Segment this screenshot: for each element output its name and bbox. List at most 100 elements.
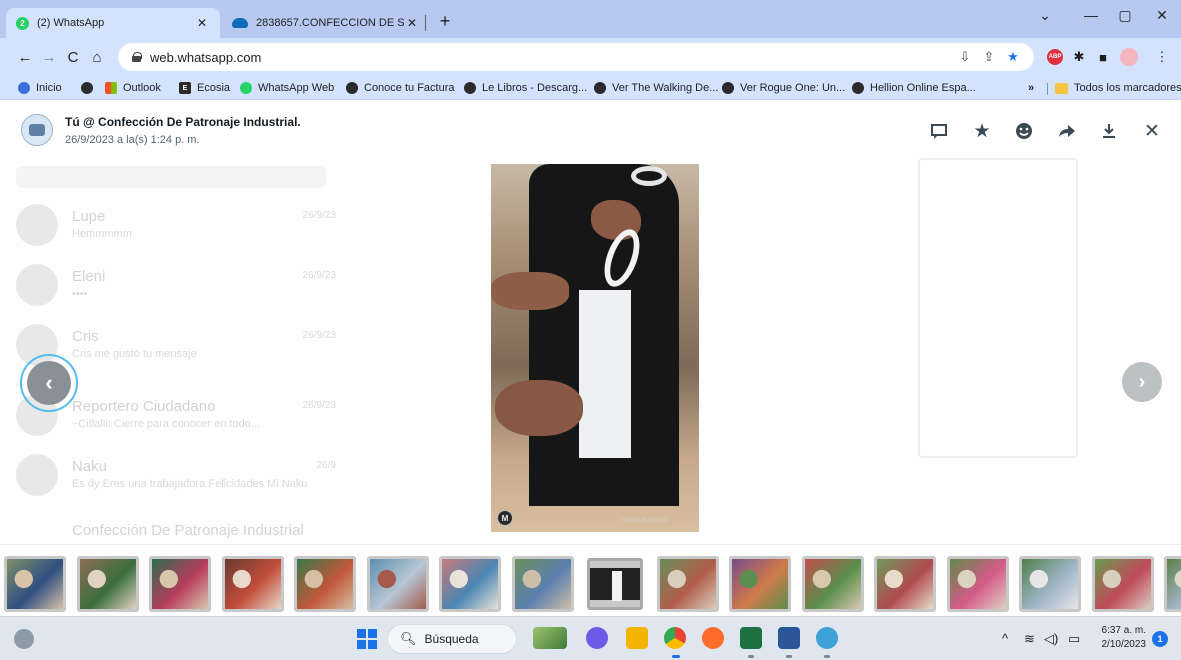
bookmark-item[interactable]: Le Libros - Descarg...: [464, 80, 587, 96]
bookmark-item[interactable]: Conoce tu Factura: [346, 80, 455, 96]
sender-name[interactable]: Tú @ Confección De Patronaje Industrial.: [65, 115, 301, 129]
bookmark-label: Todos los marcadores: [1074, 82, 1181, 94]
folder-icon: [1055, 82, 1068, 94]
bookmark-item[interactable]: Hellion Online Espa...: [852, 80, 976, 96]
thumbnail[interactable]: [874, 556, 936, 612]
avatar: [16, 264, 58, 306]
network-app-icon[interactable]: [816, 627, 838, 649]
volume-icon[interactable]: ◁): [1044, 631, 1058, 647]
chrome-icon[interactable]: [664, 627, 686, 649]
notification-badge[interactable]: 1: [1152, 631, 1168, 647]
file-explorer-icon[interactable]: [626, 627, 648, 649]
tab-title: 2838657.CONFECCION DE SHOF: [256, 17, 404, 29]
media-photo[interactable]: M 2023-09-26 09:15:30: [491, 164, 699, 532]
close-tab-icon[interactable]: ✕: [404, 16, 420, 30]
chat-preview: ••••: [72, 288, 88, 300]
thumbnail[interactable]: [946, 556, 1009, 612]
active-app-indicator: [672, 655, 680, 658]
bookmark-item[interactable]: Inicio: [18, 80, 62, 96]
share-icon[interactable]: ⇪: [978, 43, 1000, 71]
meet-app-icon[interactable]: [586, 627, 608, 649]
thumbnail[interactable]: [439, 556, 501, 612]
windows-start-icon[interactable]: [357, 629, 377, 649]
thumbnail[interactable]: [366, 556, 429, 612]
previous-media-button[interactable]: ‹: [20, 354, 78, 412]
bookmark-item[interactable]: Outlook: [105, 80, 161, 96]
side-panel-icon[interactable]: ■: [1093, 47, 1113, 67]
menu-kebab-icon[interactable]: ⋮: [1152, 47, 1172, 67]
forward-button[interactable]: →: [38, 46, 60, 68]
avatar[interactable]: [21, 114, 53, 146]
install-app-icon[interactable]: ⇩: [954, 43, 976, 71]
react-emoji-icon[interactable]: [1012, 119, 1036, 143]
thumbnail[interactable]: [149, 556, 211, 612]
new-tab-button[interactable]: +: [434, 12, 456, 30]
globe-icon: [464, 82, 476, 94]
firefox-icon[interactable]: [702, 627, 724, 649]
address-bar[interactable]: web.whatsapp.com ⇩ ⇪ ★: [118, 43, 1034, 71]
download-icon[interactable]: [1097, 119, 1121, 143]
wifi-icon[interactable]: ≋: [1024, 631, 1035, 647]
home-button[interactable]: ⌂: [86, 46, 108, 68]
close-tab-icon[interactable]: ✕: [194, 16, 210, 30]
tab-whatsapp[interactable]: 2 (2) WhatsApp ✕: [6, 8, 220, 38]
chat-name: Confección De Patronaje Industrial: [72, 522, 304, 539]
star-icon[interactable]: ★: [970, 119, 994, 143]
thumbnail-image: [297, 559, 353, 609]
chevron-up-icon[interactable]: ^: [1002, 631, 1008, 646]
profile-avatar[interactable]: [1120, 48, 1138, 66]
go-to-message-icon[interactable]: [927, 119, 951, 143]
all-bookmarks-folder[interactable]: Todos los marcadores: [1055, 80, 1181, 96]
bookmark-star-icon[interactable]: ★: [1002, 43, 1024, 71]
thumbnail[interactable]: [4, 556, 66, 612]
thumbnail[interactable]: [801, 556, 864, 612]
lock-icon: [132, 52, 142, 62]
whatsapp-icon: [240, 82, 252, 94]
forward-icon[interactable]: [1055, 119, 1079, 143]
bookmark-item[interactable]: Ver Rogue One: Un...: [722, 80, 845, 96]
bookmark-item[interactable]: E Ecosia: [179, 80, 230, 96]
tab-onedrive[interactable]: 2838657.CONFECCION DE SHOF ✕: [222, 8, 430, 38]
thumbnail[interactable]: [656, 556, 719, 612]
thumbnail[interactable]: [294, 556, 356, 612]
bookmark-label: Hellion Online Espa...: [870, 82, 976, 94]
reload-button[interactable]: C: [62, 46, 84, 68]
thumbnail-strip: [0, 552, 1181, 616]
thumbnail[interactable]: [729, 556, 791, 612]
widgets-icon[interactable]: [14, 629, 34, 649]
system-clock[interactable]: 6:37 a. m. 2/10/2023: [1094, 624, 1147, 652]
thumbnail-image: [1022, 559, 1078, 609]
word-icon[interactable]: [778, 627, 800, 649]
next-media-button[interactable]: ›: [1122, 362, 1162, 402]
bookmarks-overflow-button[interactable]: »: [1028, 80, 1034, 96]
tab-search-icon[interactable]: ⌄: [1022, 0, 1068, 30]
back-button[interactable]: ←: [14, 46, 36, 68]
close-icon[interactable]: ✕: [1140, 119, 1164, 143]
chat-time: 26/9/23: [302, 270, 336, 281]
chat-name: Reportero Ciudadano: [72, 398, 216, 415]
thumbnail-image: [659, 559, 716, 609]
thumbnail[interactable]: [1019, 556, 1081, 612]
ecosia-icon: E: [179, 82, 191, 94]
landscape-app-icon[interactable]: [533, 627, 567, 649]
battery-icon[interactable]: ▭: [1068, 631, 1080, 647]
thumbnail[interactable]: [511, 556, 574, 612]
thumbnail[interactable]: [1091, 556, 1154, 612]
thumbnail-active[interactable]: [587, 558, 643, 610]
extensions-puzzle-icon[interactable]: ✱: [1069, 47, 1089, 67]
thumbnail[interactable]: [76, 556, 139, 612]
taskbar-search[interactable]: 🔍︎ Búsqueda: [387, 624, 517, 654]
excel-icon[interactable]: [740, 627, 762, 649]
bookmark-item[interactable]: WhatsApp Web: [240, 80, 334, 96]
bookmark-item[interactable]: Ver The Walking De...: [594, 80, 718, 96]
open-app-indicator: [824, 655, 830, 658]
thumbnail-image: [949, 559, 1006, 609]
adblock-icon[interactable]: ABP: [1047, 49, 1063, 65]
avatar: [16, 454, 58, 496]
close-window-button[interactable]: ✕: [1139, 0, 1181, 30]
photo-tape-roll: [631, 166, 667, 186]
thumbnail[interactable]: [221, 556, 284, 612]
thumbnail[interactable]: [1164, 556, 1181, 612]
bookmark-label: Ver The Walking De...: [612, 82, 719, 94]
bookmark-item[interactable]: [81, 80, 99, 96]
